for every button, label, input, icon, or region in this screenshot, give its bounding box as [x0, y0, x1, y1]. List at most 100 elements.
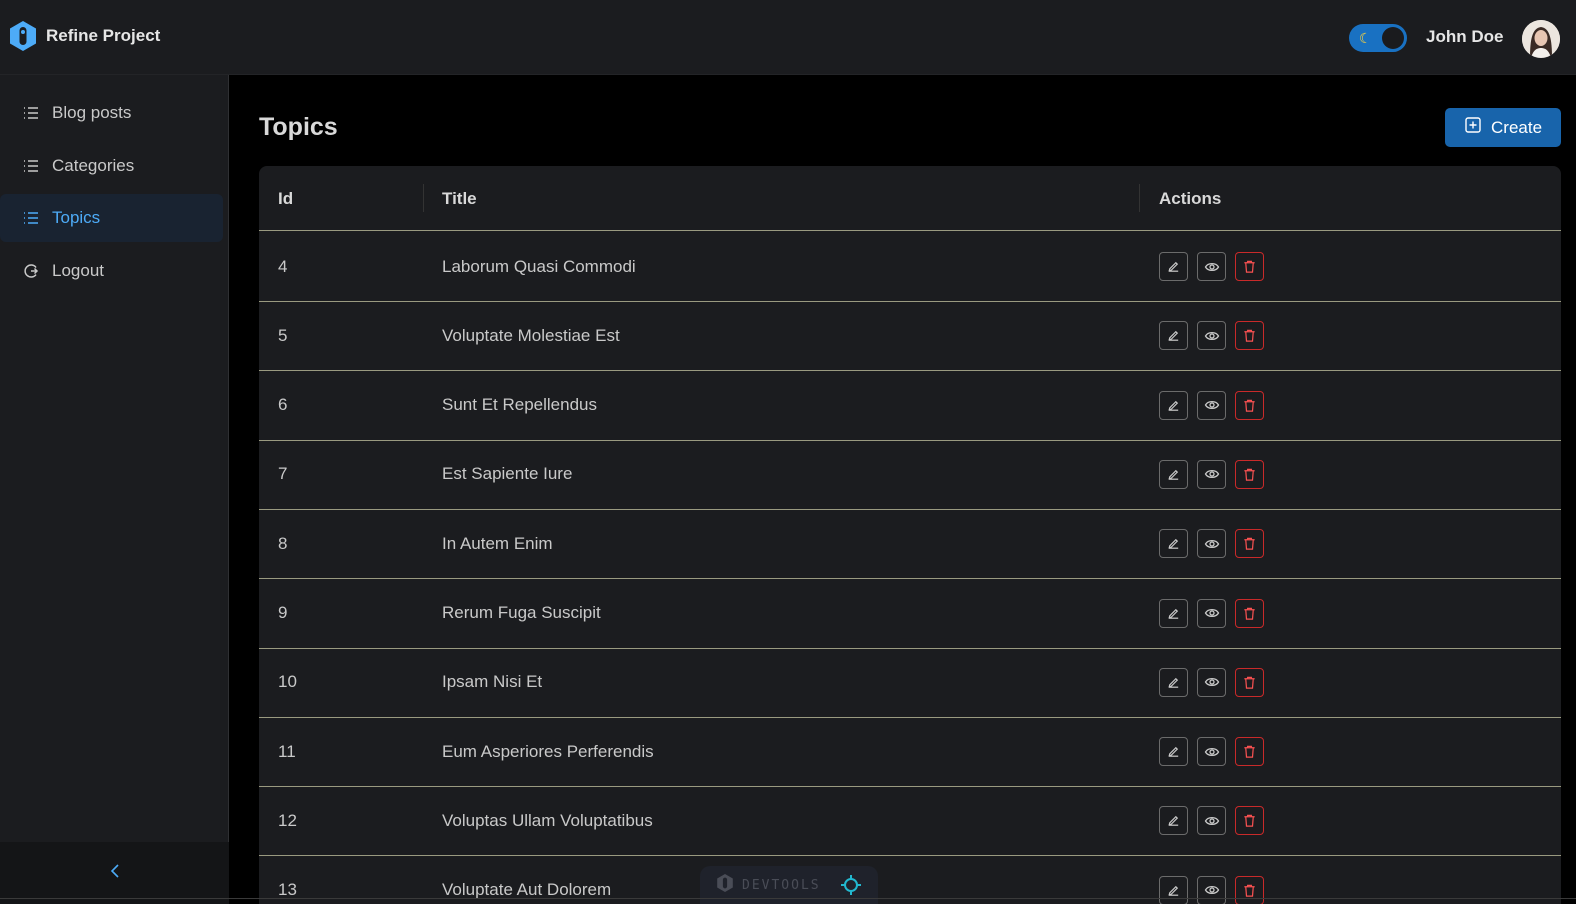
column-header-id[interactable]: Id [278, 166, 293, 231]
table-row: 12 Voluptas Ullam Voluptatibus [259, 786, 1561, 857]
delete-button[interactable] [1235, 806, 1264, 836]
cell-title: Voluptas Ullam Voluptatibus [442, 810, 653, 830]
trash-icon [1242, 328, 1257, 343]
show-button[interactable] [1197, 529, 1226, 559]
trash-icon [1242, 398, 1257, 413]
sidebar-item-categories[interactable]: Categories [0, 142, 223, 190]
crosshair-icon[interactable] [840, 874, 862, 896]
edit-icon [1166, 467, 1181, 482]
trash-icon [1242, 744, 1257, 759]
sidebar-item-label: Logout [52, 261, 104, 280]
cell-id: 7 [278, 464, 288, 484]
column-header-title[interactable]: Title [442, 166, 477, 231]
column-divider [423, 184, 424, 212]
show-button[interactable] [1197, 667, 1226, 697]
user-name: John Doe [1426, 27, 1504, 46]
delete-button[interactable] [1235, 667, 1264, 697]
main-content: Topics Create Id Title Actions 4 Laborum … [229, 75, 1576, 904]
edit-button[interactable] [1159, 321, 1188, 351]
refine-logo-icon [716, 873, 734, 898]
devtools-label: DEVTOOLS [742, 877, 821, 893]
sidebar-item-logout[interactable]: Logout [0, 247, 223, 295]
cell-id: 10 [278, 672, 297, 692]
eye-icon [1204, 466, 1220, 482]
refine-logo-icon [8, 20, 38, 52]
sidebar-item-topics[interactable]: Topics [0, 194, 223, 242]
edit-button[interactable] [1159, 390, 1188, 420]
eye-icon [1204, 605, 1220, 621]
bottom-divider [0, 898, 1576, 899]
show-button[interactable] [1197, 875, 1226, 904]
edit-button[interactable] [1159, 598, 1188, 628]
delete-button[interactable] [1235, 529, 1264, 559]
show-button[interactable] [1197, 321, 1226, 351]
edit-button[interactable] [1159, 459, 1188, 489]
eye-icon [1204, 397, 1220, 413]
eye-icon [1204, 259, 1220, 275]
collapse-sidebar-button[interactable] [0, 842, 229, 904]
edit-button[interactable] [1159, 252, 1188, 281]
topics-table: Id Title Actions 4 Laborum Quasi Commodi 5… [259, 166, 1561, 904]
list-icon [23, 158, 39, 174]
edit-button[interactable] [1159, 737, 1188, 767]
theme-toggle[interactable]: ☾ [1349, 24, 1407, 52]
edit-button[interactable] [1159, 529, 1188, 559]
trash-icon [1242, 467, 1257, 482]
trash-icon [1242, 259, 1257, 274]
cell-id: 4 [278, 256, 288, 276]
table-row: 9 Rerum Fuga Suscipit [259, 579, 1561, 649]
edit-icon [1166, 398, 1181, 413]
delete-button[interactable] [1235, 875, 1264, 904]
edit-icon [1166, 744, 1181, 759]
sidebar: Blog posts Categories Topics Logout [0, 75, 229, 904]
cell-id: 11 [278, 741, 296, 761]
show-button[interactable] [1197, 806, 1226, 836]
brand-title: Refine Project [46, 26, 161, 45]
cell-id: 12 [278, 810, 297, 830]
table-row: 6 Sunt Et Repellendus [259, 371, 1561, 441]
show-button[interactable] [1197, 459, 1226, 489]
show-button[interactable] [1197, 252, 1226, 281]
delete-button[interactable] [1235, 321, 1264, 351]
delete-button[interactable] [1235, 459, 1264, 489]
chevron-left-icon [109, 863, 121, 884]
eye-icon [1204, 813, 1220, 829]
create-button[interactable]: Create [1445, 108, 1561, 147]
delete-button[interactable] [1235, 737, 1264, 767]
eye-icon [1204, 328, 1220, 344]
edit-icon [1166, 606, 1181, 621]
delete-button[interactable] [1235, 598, 1264, 628]
avatar[interactable] [1522, 20, 1560, 58]
edit-icon [1166, 813, 1181, 828]
table-row: 13 Voluptate Aut Dolorem [259, 856, 1561, 904]
list-icon [23, 210, 39, 226]
show-button[interactable] [1197, 598, 1226, 628]
brand[interactable]: Refine Project [8, 20, 160, 52]
cell-title: Est Sapiente Iure [442, 464, 573, 484]
moon-icon: ☾ [1359, 30, 1372, 46]
table-row: 8 In Autem Enim [259, 509, 1561, 580]
edit-icon [1166, 536, 1181, 551]
edit-button[interactable] [1159, 667, 1188, 697]
show-button[interactable] [1197, 737, 1226, 767]
edit-icon [1166, 675, 1181, 690]
edit-icon [1166, 883, 1181, 898]
trash-icon [1242, 536, 1257, 551]
trash-icon [1242, 606, 1257, 621]
sidebar-item-blog-posts[interactable]: Blog posts [0, 89, 223, 137]
eye-icon [1204, 674, 1220, 690]
delete-button[interactable] [1235, 252, 1264, 281]
delete-button[interactable] [1235, 390, 1264, 420]
cell-title: Voluptate Molestiae Est [442, 325, 620, 345]
table-row: 4 Laborum Quasi Commodi [259, 232, 1561, 302]
sidebar-item-label: Categories [52, 156, 135, 175]
table-row: 5 Voluptate Molestiae Est [259, 301, 1561, 372]
eye-icon [1204, 744, 1220, 760]
eye-icon [1204, 882, 1220, 898]
table-row: 11 Eum Asperiores Perferendis [259, 717, 1561, 788]
edit-button[interactable] [1159, 875, 1188, 904]
cell-id: 13 [278, 880, 297, 900]
edit-button[interactable] [1159, 806, 1188, 836]
plus-square-icon [1465, 117, 1481, 138]
show-button[interactable] [1197, 390, 1226, 420]
